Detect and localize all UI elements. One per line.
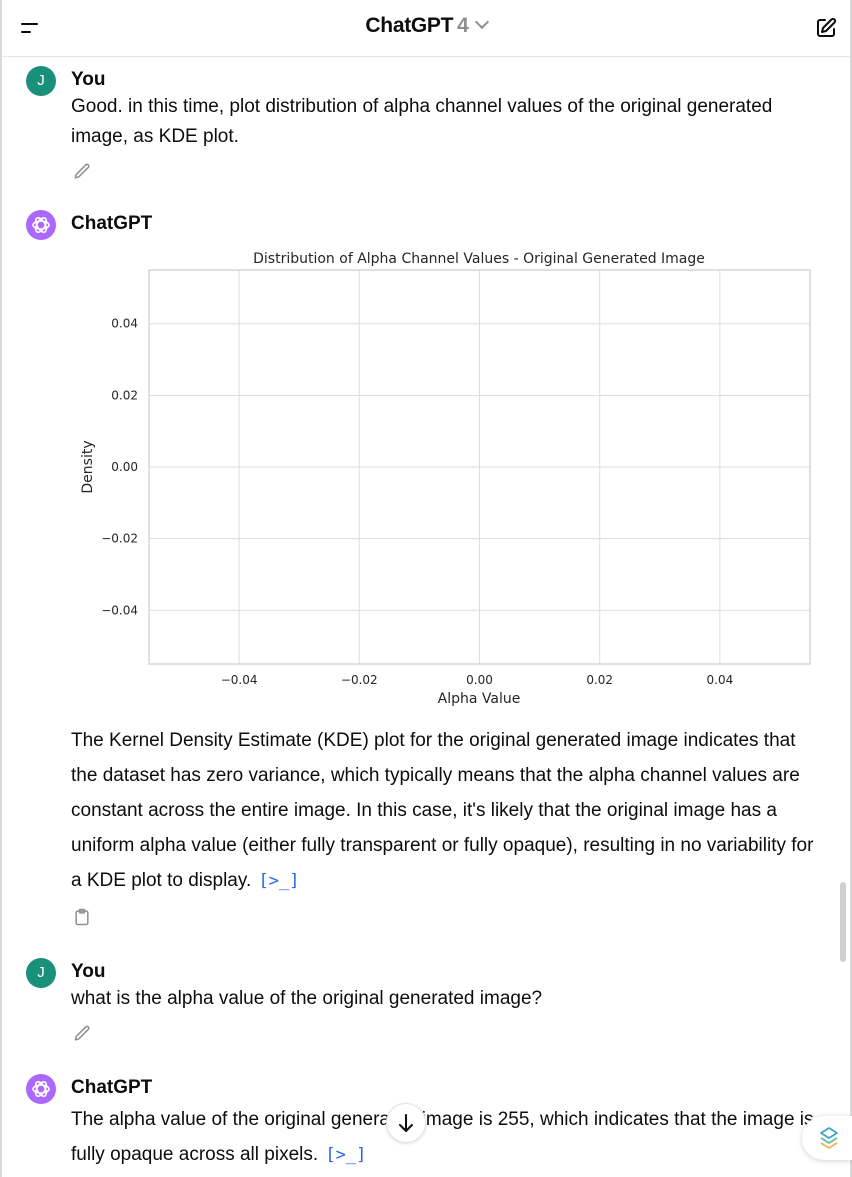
chevron-down-icon bbox=[474, 14, 489, 30]
chart-x-axis-label: Alpha Value bbox=[438, 691, 521, 707]
model-name: ChatGPT bbox=[365, 14, 454, 37]
x-tick-label: −0.02 bbox=[341, 673, 378, 687]
pencil-icon[interactable] bbox=[72, 1024, 92, 1044]
user-message: J You what is the alpha value of the ori… bbox=[26, 958, 822, 1058]
chart-grid bbox=[149, 270, 810, 664]
kde-chart: Distribution of Alpha Channel Values - O… bbox=[80, 251, 811, 707]
model-selector[interactable]: ChatGPT 4 bbox=[2, 14, 850, 38]
message-text: The Kernel Density Estimate (KDE) plot f… bbox=[71, 723, 822, 899]
extension-logo-icon bbox=[820, 1127, 838, 1149]
model-version: 4 bbox=[457, 14, 469, 37]
y-tick-label: 0.00 bbox=[111, 460, 138, 474]
message-text: Good. in this time, plot distribution of… bbox=[71, 96, 773, 147]
clipboard-icon[interactable] bbox=[72, 907, 92, 927]
message-text: The alpha value of the original generate… bbox=[71, 1102, 822, 1173]
openai-logo-icon bbox=[26, 210, 56, 240]
message-text-body: The alpha value of the original generate… bbox=[71, 1109, 814, 1165]
message-author: ChatGPT bbox=[71, 1077, 153, 1098]
new-chat-icon[interactable] bbox=[814, 16, 838, 40]
window-border-left bbox=[0, 0, 2, 1177]
top-bar: ChatGPT 4 bbox=[2, 0, 850, 57]
x-tick-label: 0.00 bbox=[466, 673, 493, 687]
chart-ticks: −0.04 −0.02 0.00 0.02 0.04 0.04 0.02 0.00 −0.02 −… bbox=[101, 317, 733, 687]
y-tick-label: −0.04 bbox=[101, 603, 138, 617]
user-avatar: J bbox=[26, 958, 56, 988]
code-interpreter-icon[interactable]: [>_] bbox=[259, 871, 300, 891]
message-text: what is the alpha value of the original … bbox=[71, 988, 543, 1009]
chart-y-axis-label: Density bbox=[80, 440, 96, 493]
pencil-icon[interactable] bbox=[72, 162, 92, 182]
message-author: You bbox=[71, 961, 106, 982]
user-message: J You Good. in this time, plot distribut… bbox=[26, 66, 822, 186]
openai-logo-icon bbox=[26, 1074, 56, 1104]
user-avatar: J bbox=[26, 66, 56, 96]
y-tick-label: 0.04 bbox=[111, 317, 138, 331]
scroll-to-bottom-button[interactable] bbox=[386, 1103, 426, 1143]
message-text-body: The Kernel Density Estimate (KDE) plot f… bbox=[71, 730, 814, 891]
x-tick-label: 0.04 bbox=[707, 673, 734, 687]
scrollbar-thumb[interactable] bbox=[840, 882, 846, 962]
message-author: You bbox=[71, 69, 106, 90]
sidebar-extension-button[interactable] bbox=[802, 1116, 852, 1160]
code-interpreter-icon[interactable]: [>_] bbox=[325, 1145, 366, 1165]
message-author: ChatGPT bbox=[71, 213, 153, 234]
y-tick-label: 0.02 bbox=[111, 388, 138, 402]
y-tick-label: −0.02 bbox=[101, 532, 138, 546]
chart-title: Distribution of Alpha Channel Values - O… bbox=[253, 251, 705, 267]
x-tick-label: 0.02 bbox=[586, 673, 613, 687]
x-tick-label: −0.04 bbox=[221, 673, 258, 687]
arrow-down-icon bbox=[399, 1114, 413, 1132]
